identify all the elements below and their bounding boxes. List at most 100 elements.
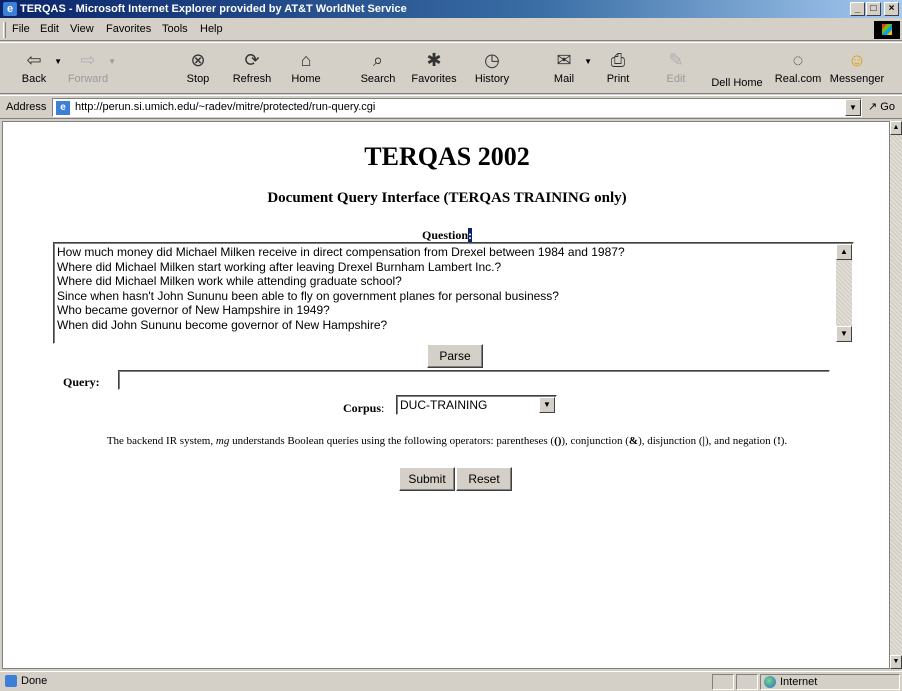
- search-icon: ⌕: [372, 50, 384, 70]
- favorites-label: Favorites: [411, 73, 457, 85]
- refresh-button[interactable]: ⟳ Refresh: [226, 47, 278, 85]
- address-bar: Address e http://perun.si.umich.edu/~rad…: [0, 95, 902, 119]
- messenger-icon: ☺: [847, 50, 867, 70]
- corpus-label: Corpus:: [343, 401, 385, 415]
- scroll-up-icon[interactable]: ▲: [836, 244, 852, 260]
- info-neg-text: ), and negation (: [704, 435, 778, 447]
- info-disj-text: ), disjunction (: [638, 435, 703, 447]
- zone-text: Internet: [780, 676, 818, 688]
- submit-button[interactable]: Submit: [399, 467, 455, 491]
- back-arrow-icon: ⇦: [26, 50, 42, 70]
- question-line: Who became governor of New Hampshire in …: [57, 303, 330, 318]
- page-scroll-up-icon[interactable]: ▲: [890, 121, 902, 135]
- history-icon: ◷: [484, 50, 500, 70]
- home-button[interactable]: ⌂ Home: [280, 47, 332, 85]
- mail-dropdown-icon[interactable]: ▼: [584, 57, 592, 66]
- query-input[interactable]: [118, 370, 830, 390]
- page-title: TERQAS 2002: [364, 142, 530, 171]
- favorites-icon: ✱: [426, 50, 442, 70]
- print-label: Print: [606, 73, 630, 85]
- menu-edit[interactable]: Edit: [40, 23, 59, 35]
- query-label: Query:: [63, 375, 100, 389]
- status-cell: [712, 674, 734, 690]
- title-bar: e TERQAS - Microsoft Internet Explorer p…: [0, 0, 902, 18]
- corpus-dropdown-icon[interactable]: ▼: [539, 397, 555, 413]
- question-line: How much money did Michael Milken receiv…: [57, 245, 625, 259]
- back-button[interactable]: ⇦ Back ▼: [8, 47, 62, 85]
- info-system: mg: [215, 435, 230, 447]
- page-scrollbar[interactable]: ▲ ▼: [890, 121, 902, 669]
- menu-bar: File Edit View Favorites Tools Help: [0, 19, 902, 41]
- question-lines: How much money did Michael Milken receiv…: [57, 245, 625, 333]
- info-prefix: The backend IR system,: [106, 435, 216, 447]
- edit-button[interactable]: ✎ Edit: [650, 47, 702, 85]
- address-label: Address: [6, 101, 47, 113]
- scroll-down-icon[interactable]: ▼: [836, 326, 852, 342]
- go-label: Go: [880, 101, 895, 113]
- question-label-colon: :: [468, 228, 472, 242]
- corpus-select[interactable]: DUC-TRAINING ▼: [396, 395, 557, 415]
- question-textarea[interactable]: How much money did Michael Milken receiv…: [53, 242, 854, 344]
- query-label-text: Query: [63, 375, 96, 389]
- stop-button[interactable]: ⊗ Stop: [172, 47, 224, 85]
- go-button[interactable]: ↗ Go: [868, 100, 895, 113]
- internet-globe-icon: [764, 676, 776, 688]
- stop-icon: ⊗: [190, 50, 206, 70]
- info-end: ).: [780, 435, 788, 447]
- window-title: TERQAS - Microsoft Internet Explorer pro…: [20, 3, 407, 15]
- search-label: Search: [360, 73, 396, 85]
- zone-cell: Internet: [760, 674, 900, 690]
- back-dropdown-icon[interactable]: ▼: [54, 57, 62, 66]
- forward-dropdown-icon[interactable]: ▼: [108, 57, 116, 66]
- forward-button[interactable]: ⇨ Forward ▼: [62, 47, 116, 85]
- question-label-text: Question: [421, 228, 468, 242]
- real-com-button[interactable]: ◌ Real.com: [770, 47, 826, 85]
- mail-icon: ✉: [556, 50, 572, 70]
- history-button[interactable]: ◷ History: [466, 47, 518, 85]
- address-input[interactable]: e http://perun.si.umich.edu/~radev/mitre…: [52, 98, 862, 117]
- refresh-icon: ⟳: [244, 50, 260, 70]
- history-label: History: [474, 73, 510, 85]
- dell-home-button[interactable]: Dell Home: [708, 77, 766, 89]
- info-conj-text: ), conjunction (: [561, 435, 629, 447]
- info-text: The backend IR system, mg understands Bo…: [3, 435, 889, 447]
- menu-help[interactable]: Help: [200, 23, 223, 35]
- home-icon: ⌂: [300, 50, 312, 70]
- minimize-button[interactable]: _: [850, 2, 865, 16]
- menu-file[interactable]: File: [12, 23, 30, 35]
- back-label: Back: [21, 73, 47, 85]
- menu-view[interactable]: View: [70, 23, 94, 35]
- page-scroll-down-icon[interactable]: ▼: [890, 655, 902, 669]
- question-line: Where did Michael Milken work while atte…: [57, 274, 402, 289]
- corpus-label-text: Corpus: [343, 401, 382, 415]
- menu-grip[interactable]: [3, 22, 6, 38]
- print-button[interactable]: ⎙ Print: [592, 47, 644, 85]
- page-done-icon: [5, 675, 17, 687]
- maximize-button[interactable]: □: [866, 2, 881, 16]
- status-text: Done: [21, 675, 48, 687]
- browser-window: e TERQAS - Microsoft Internet Explorer p…: [0, 0, 902, 691]
- address-dropdown-icon[interactable]: ▼: [845, 99, 861, 116]
- search-button[interactable]: ⌕ Search: [352, 47, 404, 85]
- forward-label: Forward: [67, 73, 109, 85]
- page-icon: e: [56, 101, 70, 115]
- reset-button[interactable]: Reset: [456, 467, 512, 491]
- page-content: TERQAS 2002 Document Query Interface (TE…: [2, 121, 890, 669]
- menu-tools[interactable]: Tools: [162, 23, 188, 35]
- page-subtitle: Document Query Interface (TERQAS TRAININ…: [267, 190, 627, 206]
- menu-favorites[interactable]: Favorites: [106, 23, 151, 35]
- question-line: Since when hasn't John Sununu been able …: [57, 288, 559, 303]
- messenger-button[interactable]: ☺ Messenger: [826, 47, 888, 85]
- close-button[interactable]: ×: [884, 2, 899, 16]
- status-text-cell: Done: [2, 674, 710, 690]
- dell-home-label: Dell Home: [711, 77, 763, 89]
- parse-button[interactable]: Parse: [427, 344, 483, 368]
- favorites-button[interactable]: ✱ Favorites: [408, 47, 460, 85]
- status-cell: [736, 674, 758, 690]
- go-arrow-icon: ↗: [868, 101, 878, 113]
- question-scrollbar[interactable]: ▲ ▼: [836, 244, 852, 342]
- ie-icon[interactable]: e: [3, 2, 17, 16]
- corpus-value: DUC-TRAINING: [400, 398, 488, 412]
- messenger-label: Messenger: [829, 73, 885, 85]
- mail-button[interactable]: ✉ Mail ▼: [538, 47, 592, 85]
